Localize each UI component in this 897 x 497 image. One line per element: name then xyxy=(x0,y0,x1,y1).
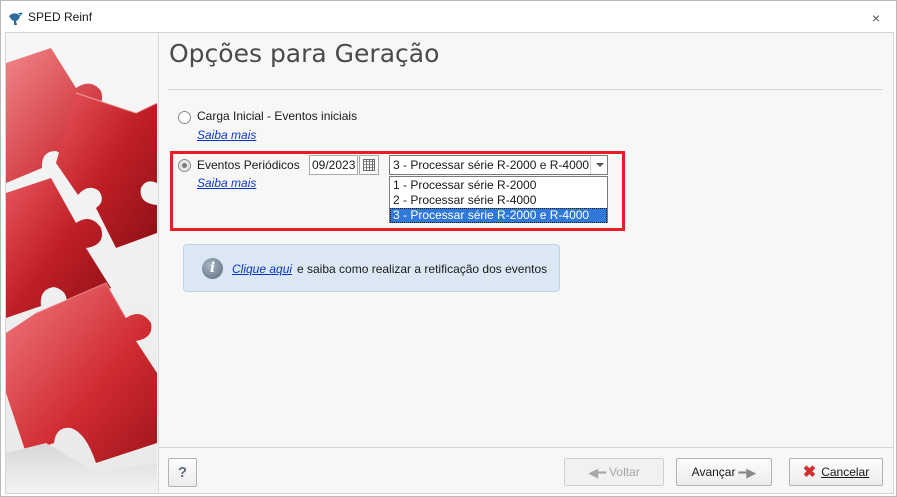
arrow-left-icon: ◀━ xyxy=(588,464,607,480)
calendar-button[interactable] xyxy=(359,155,379,175)
dialog-client-area: Opções para Geração Carga Inicial - Even… xyxy=(5,32,894,494)
info-icon: i xyxy=(202,258,223,279)
window-title: SPED Reinf xyxy=(28,10,93,24)
periodic-learn-more-link[interactable]: Saiba mais xyxy=(197,176,256,190)
back-button[interactable]: ◀━ Voltar xyxy=(564,458,664,486)
dropdown-option-1[interactable]: 1 - Processar série R-2000 xyxy=(390,178,607,193)
bird-logo-icon xyxy=(9,12,23,25)
initial-load-label: Carga Inicial - Eventos iniciais xyxy=(197,109,358,123)
calendar-icon xyxy=(363,159,375,171)
title-divider xyxy=(168,89,883,90)
processing-series-dropdown: 1 - Processar série R-2000 2 - Processar… xyxy=(389,176,608,223)
close-button[interactable]: × xyxy=(867,9,885,27)
dropdown-option-3[interactable]: 3 - Processar série R-2000 e R-4000 xyxy=(390,208,607,223)
info-box: i Clique aqui e saiba como realizar a re… xyxy=(183,244,560,292)
arrow-right-icon: ━▶ xyxy=(738,464,757,480)
initial-load-learn-more-link[interactable]: Saiba mais xyxy=(197,128,256,142)
puzzle-pieces-illustration xyxy=(6,48,157,493)
click-here-link[interactable]: Clique aqui xyxy=(232,262,292,276)
help-button[interactable]: ? xyxy=(168,458,197,487)
cancel-button-label: Cancelar xyxy=(821,465,870,479)
close-x-icon: ✖ xyxy=(802,463,817,481)
next-button-label: Avançar xyxy=(691,465,736,479)
footer-divider xyxy=(159,447,894,448)
chevron-down-icon[interactable] xyxy=(590,156,607,174)
cancel-button[interactable]: ✖ Cancelar xyxy=(789,458,883,486)
back-button-label: Voltar xyxy=(609,465,640,479)
sped-reinf-window: SPED Reinf × Opções para Geração Carga I… xyxy=(0,0,897,497)
next-button[interactable]: Avançar ━▶ xyxy=(676,458,772,486)
processing-series-combo[interactable]: 3 - Processar série R-2000 e R-4000 xyxy=(389,155,608,175)
puzzle-side-image xyxy=(6,33,157,493)
content-panel: Opções para Geração Carga Inicial - Even… xyxy=(158,33,894,493)
dropdown-option-2[interactable]: 2 - Processar série R-4000 xyxy=(390,193,607,208)
initial-load-radio[interactable] xyxy=(178,111,191,124)
info-text: e saiba como realizar a retificação dos … xyxy=(297,262,548,276)
period-input[interactable]: 09/2023 xyxy=(309,155,358,175)
combo-selected-value: 3 - Processar série R-2000 e R-4000 xyxy=(393,158,590,172)
periodic-events-label: Eventos Periódicos xyxy=(197,158,300,172)
title-bar: SPED Reinf × xyxy=(1,1,896,32)
periodic-events-radio[interactable] xyxy=(178,159,191,172)
page-title: Opções para Geração xyxy=(169,39,440,68)
